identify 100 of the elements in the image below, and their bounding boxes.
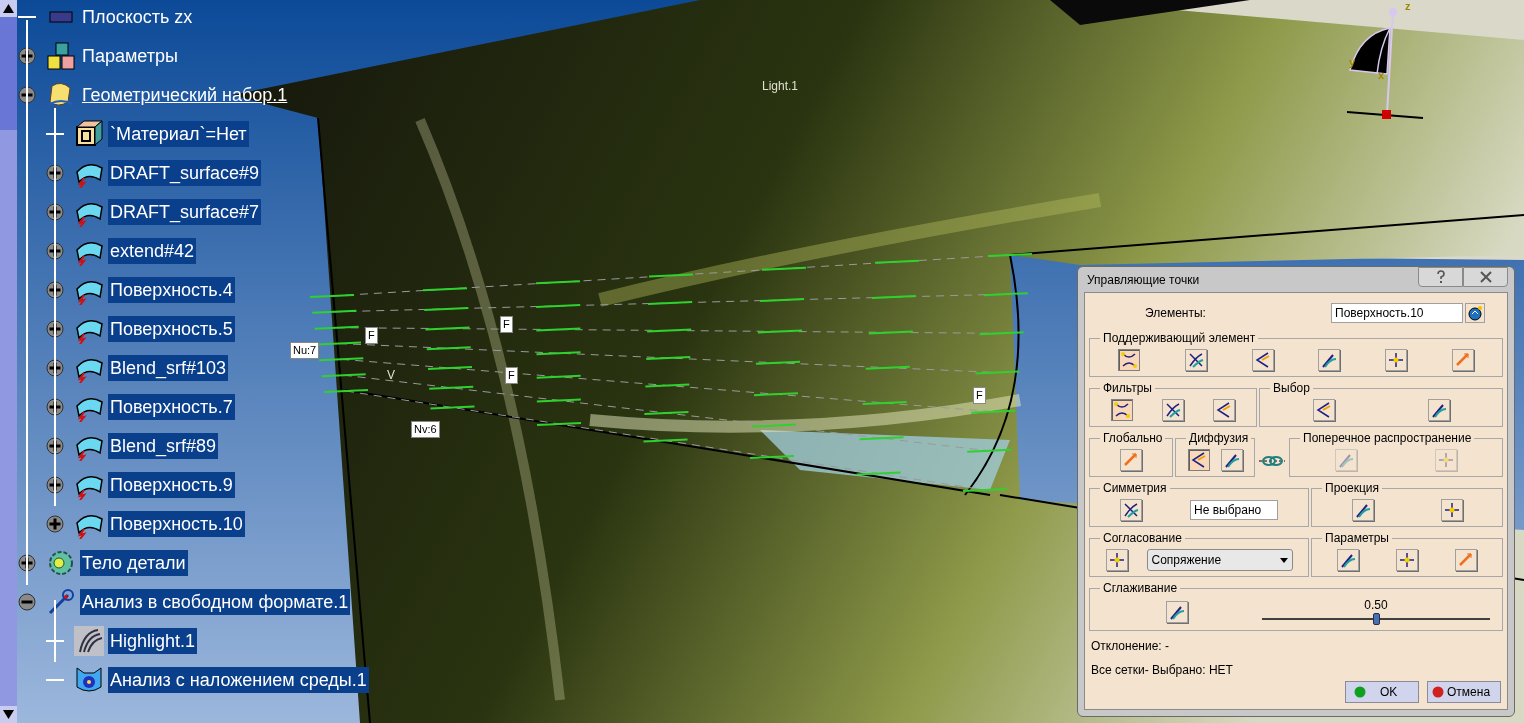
cube-icon (74, 118, 104, 149)
viewport-tag: F (365, 327, 378, 344)
group-title: Согласование (1102, 530, 1183, 547)
status-dot-icon (1354, 686, 1366, 698)
select-element-button[interactable] (1465, 303, 1485, 323)
collapse-icon[interactable] (18, 592, 36, 611)
question-mark-icon (1435, 270, 1446, 284)
tree-item[interactable]: Параметры (80, 42, 180, 69)
tool-button[interactable] (1396, 549, 1418, 571)
analysis-icon (46, 586, 76, 617)
tool-button[interactable] (1427, 399, 1450, 421)
tool-icon (1112, 401, 1131, 419)
tool-icon (1120, 351, 1139, 369)
deviation-text: Отклонение: - (1091, 638, 1170, 655)
tree-item[interactable]: extend#42 (108, 237, 197, 264)
tool-icon (1398, 551, 1416, 569)
close-button[interactable] (1463, 267, 1508, 287)
close-icon (1479, 271, 1492, 283)
group-title: Фильтры (1102, 380, 1153, 397)
tool-icon (1437, 451, 1455, 469)
tree-item[interactable]: Поверхность.5 (108, 315, 235, 342)
tool-button[interactable] (1118, 349, 1141, 371)
cancel-button[interactable]: Отмена (1427, 681, 1501, 703)
tool-icon (1442, 501, 1461, 519)
tree-item[interactable]: DRAFT_surface#9 (108, 159, 262, 186)
viewport-tag: Nv:6 (411, 421, 440, 438)
tool-button[interactable] (1110, 399, 1133, 421)
tree-item[interactable]: Поверхность.4 (108, 276, 235, 303)
group-title: Поддерживающий элемент (1102, 330, 1257, 347)
tool-icon (1122, 501, 1140, 519)
expand-icon[interactable] (46, 514, 64, 533)
tree-item[interactable]: Поверхность.10 (108, 510, 245, 537)
flower-shield-icon (74, 664, 104, 695)
group-title: Диффузия (1188, 430, 1250, 447)
group-title: Симметрия (1102, 480, 1168, 497)
tool-button[interactable] (1187, 449, 1210, 471)
field-label: Элементы: (1145, 305, 1207, 322)
tree-item[interactable]: DRAFT_surface#7 (108, 198, 262, 225)
tree-item[interactable]: Плоскость zx (80, 3, 195, 30)
group-title: Сглаживание (1102, 580, 1179, 597)
tree-item[interactable]: Тело детали (80, 549, 188, 576)
tool-icon (1386, 351, 1405, 369)
tree-item[interactable]: Blend_srf#103 (108, 354, 229, 381)
tree-item[interactable]: Анализ с наложением среды.1 (108, 666, 369, 693)
tool-icon (1189, 451, 1208, 469)
help-button[interactable] (1418, 267, 1463, 287)
elements-field[interactable]: Поверхность.10 (1331, 303, 1463, 323)
group-title: Поперечное распространение (1302, 430, 1473, 447)
tool-button[interactable] (1336, 549, 1359, 571)
tool-button[interactable] (1251, 349, 1274, 371)
matching-dropdown[interactable]: Сопряжение (1146, 549, 1293, 571)
group-title: Глобально (1102, 430, 1164, 447)
slider-value: 0.50 (1364, 599, 1388, 611)
scrollbar[interactable] (0, 0, 17, 723)
viewport-tag: F (505, 367, 518, 384)
tool-icon (1314, 401, 1333, 419)
tool-button[interactable] (1384, 349, 1407, 371)
tool-button[interactable] (1312, 399, 1335, 421)
globe-icon (1467, 305, 1483, 321)
meshes-status-text: Все сетки- Выбрано: НЕТ (1091, 662, 1234, 679)
status-dot-icon (1432, 686, 1444, 698)
hatched-surface-icon (74, 625, 104, 656)
viewport-tag: F (500, 316, 513, 333)
tool-button[interactable] (1166, 601, 1188, 623)
ok-button[interactable]: OK (1345, 681, 1419, 703)
blocks-icon (46, 40, 76, 71)
slider-thumb[interactable] (1373, 613, 1380, 625)
dropdown-caret-icon (1279, 557, 1288, 563)
axis-label: z (1405, 1, 1411, 12)
axis-label: y (1349, 57, 1356, 68)
tool-button[interactable] (1185, 349, 1207, 371)
group-title: Проекция (1324, 480, 1380, 497)
tool-button[interactable] (1351, 499, 1374, 521)
tree-item[interactable]: Поверхность.9 (108, 471, 235, 498)
tool-button[interactable] (1120, 499, 1142, 521)
tree-item[interactable]: Поверхность.7 (108, 393, 235, 420)
tool-button[interactable] (1440, 499, 1463, 521)
tool-button[interactable] (1220, 449, 1243, 471)
scrollbar-thumb[interactable] (0, 17, 17, 130)
tree-item[interactable]: Highlight.1 (108, 627, 198, 654)
tool-button[interactable] (1105, 549, 1128, 571)
tool-button[interactable] (1318, 349, 1341, 371)
viewport-label: V (387, 369, 395, 381)
dialog-title: Управляющие точки (1087, 271, 1200, 289)
tool-icon (1164, 401, 1182, 419)
tool-button[interactable] (1162, 399, 1184, 421)
viewport-tag: F (973, 387, 986, 404)
tool-icon (1107, 551, 1126, 569)
tree-item[interactable]: Анализ в свободном формате.1 (80, 588, 351, 615)
viewport-label: Light.1 (762, 80, 799, 92)
group-title: Параметры (1324, 530, 1390, 547)
tree-item[interactable]: Blend_srf#89 (108, 432, 219, 459)
tool-icon (1253, 351, 1272, 369)
smoothing-slider[interactable] (1262, 613, 1490, 625)
tree-item[interactable]: `Материал`=Нет (108, 120, 249, 147)
viewport-tag: Nu:7 (290, 342, 320, 359)
tool-button[interactable] (1213, 399, 1236, 421)
symmetry-field[interactable]: Не выбрано (1190, 500, 1278, 520)
group-title: Выбор (1272, 380, 1311, 397)
tool-icon (1187, 351, 1205, 369)
